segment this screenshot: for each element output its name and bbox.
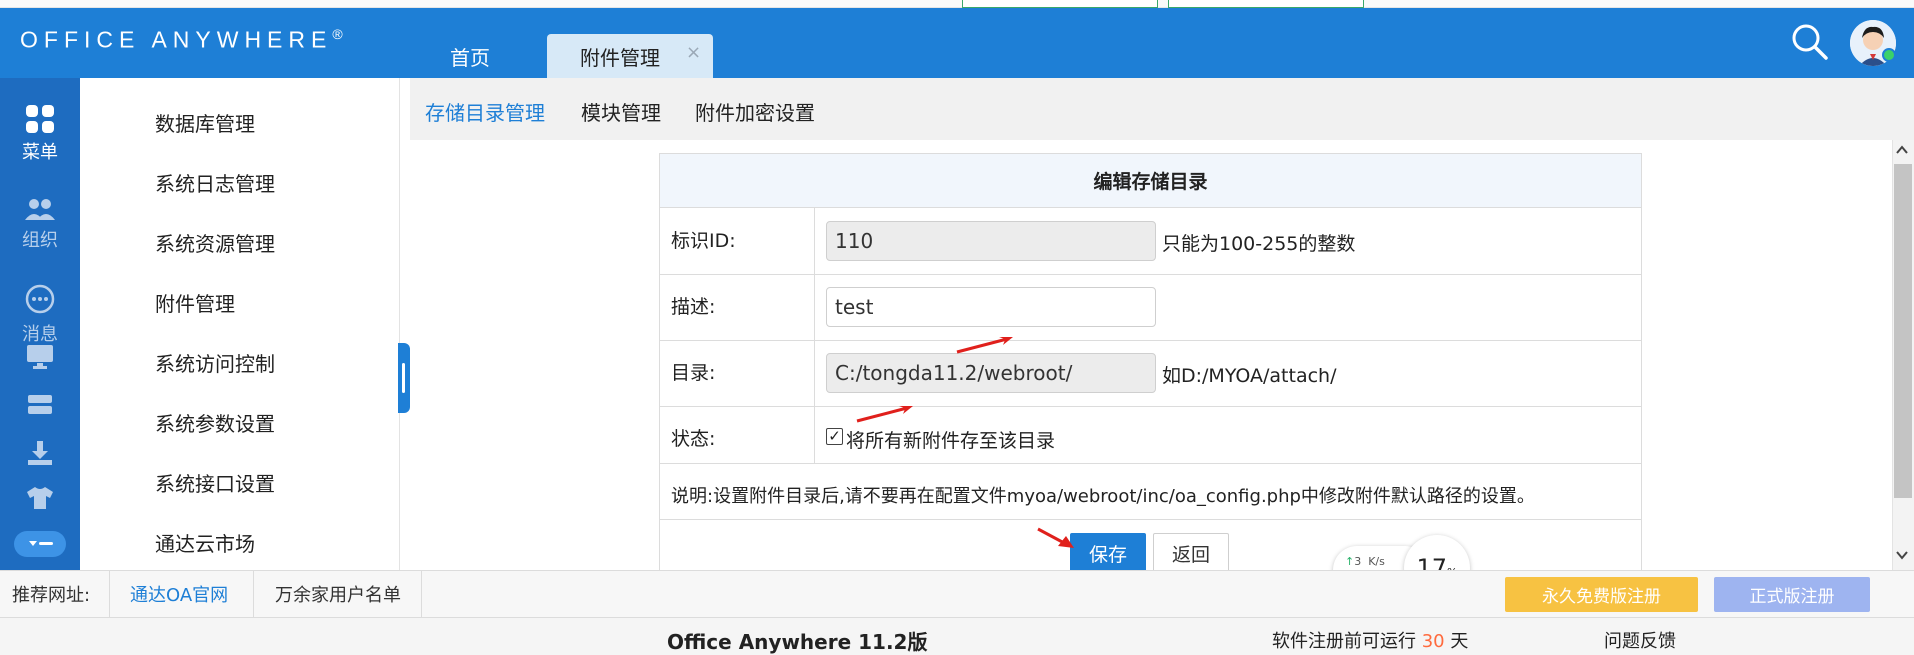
shirt-icon [27, 487, 53, 509]
tab-label: 附件管理 [580, 45, 660, 70]
sidebar-item-system-params[interactable]: 系统参数设置 [155, 408, 275, 437]
sidebar-item-system-resource[interactable]: 系统资源管理 [155, 228, 275, 257]
dir-hint: 如D:/MYOA/attach/ [1162, 365, 1337, 387]
rail-item-download[interactable] [0, 440, 80, 466]
subtab-encryption[interactable]: 附件加密设置 [695, 97, 815, 126]
trial-days: 30 [1421, 631, 1445, 652]
trial-notice: 软件注册前可运行 30 天 [1272, 631, 1469, 652]
speed-unit: K/s [1368, 555, 1385, 568]
product-version: Office Anywhere 11.2版 [667, 630, 928, 654]
scroll-up-icon[interactable] [1895, 143, 1909, 161]
col-divider [814, 208, 815, 463]
row-divider [660, 274, 1641, 275]
id-hint: 只能为100-255的整数 [1162, 233, 1356, 255]
grid-icon [26, 105, 54, 133]
row-divider [660, 463, 1641, 464]
tab-close-icon[interactable]: × [686, 42, 701, 63]
rail-item-shirt[interactable] [0, 486, 80, 510]
rail-label: 组织 [22, 230, 58, 251]
sidebar-item-cloud-market[interactable]: 通达云市场 [155, 528, 255, 557]
users-icon [25, 199, 55, 220]
tab-label: 首页 [450, 45, 490, 70]
user-list-link[interactable]: 万余家用户名单 [254, 570, 422, 618]
feedback-link[interactable]: 问题反馈 [1604, 627, 1676, 653]
official-register-button[interactable]: 正式版注册 [1714, 577, 1870, 612]
desc-field[interactable]: test [826, 287, 1156, 327]
annotation-arrow [956, 337, 1013, 354]
top-strip-box [962, 0, 1158, 8]
sidebar-item-system-log[interactable]: 系统日志管理 [155, 168, 275, 197]
chat-icon [25, 284, 55, 314]
search-icon[interactable] [1790, 22, 1830, 62]
scroll-down-icon[interactable] [1895, 548, 1909, 566]
annotation-arrow [1037, 527, 1074, 548]
status-checkbox-text: 将所有新附件存至该目录 [846, 430, 1056, 452]
app-logo[interactable]: Office Anywhere® [20, 26, 343, 54]
rail-item-monitor[interactable] [0, 344, 80, 370]
sidebar-collapse-handle[interactable] [398, 343, 410, 413]
form-note: 说明:设置附件目录后,请不要再在配置文件myoa/webroot/inc/oa_… [671, 486, 1535, 507]
top-strip [0, 0, 1914, 8]
download-icon [28, 441, 52, 465]
top-strip-box [1168, 0, 1364, 8]
sidebar-item-database[interactable]: 数据库管理 [155, 108, 255, 137]
status-label: 状态: [671, 428, 716, 450]
rail-label: 菜单 [22, 142, 58, 163]
monitor-icon [27, 345, 53, 369]
sidebar-item-attachment[interactable]: 附件管理 [155, 288, 235, 317]
annotation-arrow [856, 406, 913, 423]
server-icon [28, 395, 52, 414]
upload-speed: 3 [1354, 555, 1362, 568]
subtab-storage-dir[interactable]: 存储目录管理 [425, 97, 545, 126]
recommend-label: 推荐网址: [0, 570, 110, 618]
row-divider [660, 519, 1641, 520]
rail-label: 消息 [22, 324, 58, 345]
dir-field[interactable]: C:/tongda11.2/webroot/ [826, 353, 1156, 393]
rail-item-menu[interactable]: 菜单 [0, 104, 80, 164]
tab-home[interactable]: 首页 [420, 34, 520, 78]
row-divider [660, 406, 1641, 407]
sidebar-item-access-control[interactable]: 系统访问控制 [155, 348, 275, 377]
rail-item-server[interactable] [0, 394, 80, 416]
row-divider [660, 340, 1641, 341]
dir-label: 目录: [671, 362, 716, 384]
id-field[interactable]: 110 [826, 221, 1156, 261]
rail-item-org[interactable]: 组织 [0, 196, 80, 252]
scrollbar-thumb[interactable] [1894, 164, 1912, 498]
rail-item-message[interactable]: 消息 [0, 284, 80, 346]
free-register-button[interactable]: 永久免费版注册 [1505, 577, 1698, 612]
id-label: 标识ID: [671, 230, 736, 252]
back-button[interactable]: 返回 [1153, 533, 1229, 573]
online-status-dot [1882, 48, 1896, 62]
status-checkbox[interactable]: ✓ [826, 428, 843, 445]
official-site-link[interactable]: 通达OA官网 [110, 570, 254, 618]
rail-item-more[interactable] [0, 531, 80, 557]
save-button[interactable]: 保存 [1070, 533, 1146, 573]
desc-label: 描述: [671, 296, 716, 318]
more-toggle-icon [14, 531, 66, 557]
sidebar-item-system-interface[interactable]: 系统接口设置 [155, 468, 275, 497]
form-title: 编辑存储目录 [660, 154, 1641, 208]
subtab-module[interactable]: 模块管理 [581, 97, 661, 126]
